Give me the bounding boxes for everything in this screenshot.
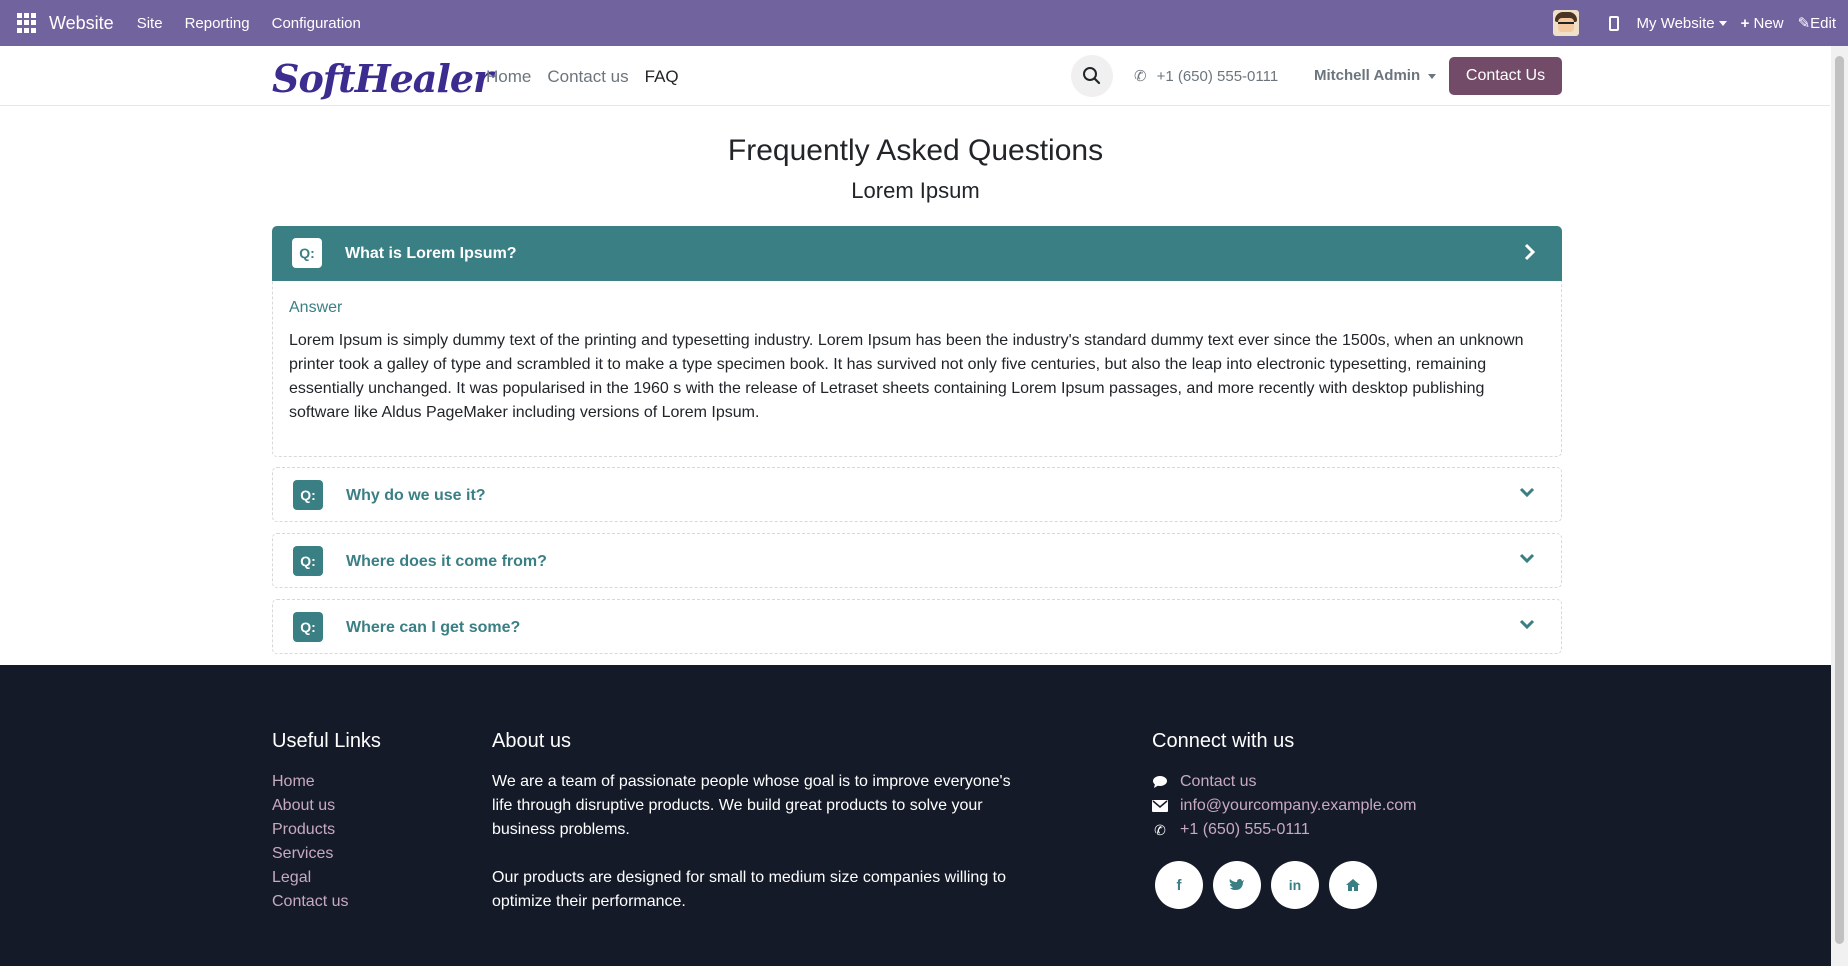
envelope-icon [1152, 800, 1168, 812]
faq-item[interactable]: Q: Why do we use it? [272, 467, 1562, 522]
footer-about-title: About us [492, 730, 571, 752]
page-subtitle: Lorem Ipsum [851, 178, 980, 203]
website-selector-label: My Website [1636, 14, 1715, 32]
logo[interactable]: SoftHealer [272, 56, 493, 101]
contact-us-button[interactable]: Contact Us [1449, 57, 1562, 95]
phone-number: +1 (650) 555-0111 [1156, 68, 1279, 85]
social-links: f in [1155, 861, 1387, 909]
website-selector[interactable]: My Website [1637, 15, 1727, 32]
faq-item-open: Q: What is Lorem Ipsum? Answer Lorem Ips… [272, 226, 1562, 457]
answer-label: Answer [289, 299, 343, 316]
footer-link-services[interactable]: Services [272, 842, 348, 866]
footer-link-legal[interactable]: Legal [272, 866, 348, 890]
faq-item[interactable]: Q: Where does it come from? [272, 533, 1562, 588]
admin-menu: Site Reporting Configuration [126, 15, 372, 32]
answer-text: Lorem Ipsum is simply dummy text of the … [289, 332, 1524, 421]
chevron-down-icon [1519, 487, 1535, 498]
menu-item-configuration[interactable]: Configuration [261, 15, 372, 32]
footer: Useful Links Home About us Products Serv… [0, 665, 1831, 966]
footer-connect-title: Connect with us [1152, 730, 1295, 752]
chevron-down-icon [1519, 619, 1535, 630]
phone-icon: ✆ [1134, 68, 1147, 85]
connect-phone-row[interactable]: ✆ +1 (650) 555-0111 [1152, 818, 1417, 842]
facebook-icon[interactable]: f [1155, 861, 1203, 909]
q-badge: Q: [293, 546, 323, 576]
site-navbar: SoftHealer Home Contact us FAQ ✆ +1 (650)… [0, 46, 1830, 106]
chevron-down-icon [1718, 21, 1727, 27]
faq-question: Where can I get some? [346, 619, 521, 636]
edit-label: Edit [1810, 15, 1836, 32]
q-badge: Q: [292, 238, 322, 268]
footer-useful-links-title: Useful Links [272, 730, 381, 752]
footer-about: We are a team of passionate people whose… [492, 770, 1022, 914]
faq-question-header[interactable]: Q: What is Lorem Ipsum? [272, 226, 1562, 281]
scrollbar-thumb[interactable] [1835, 56, 1844, 944]
search-icon [1083, 67, 1101, 85]
admin-right-tools: My Website + New ✎Edit [1539, 10, 1848, 36]
footer-link-products[interactable]: Products [272, 818, 348, 842]
connect-contact-row[interactable]: Contact us [1152, 770, 1417, 794]
user-name: Mitchell Admin [1314, 67, 1421, 84]
footer-link-home[interactable]: Home [272, 770, 348, 794]
comment-icon [1152, 775, 1168, 789]
admin-top-bar: Website Site Reporting Configuration My … [0, 0, 1848, 46]
nav-contact-us[interactable]: Contact us [547, 67, 628, 87]
phone-link[interactable]: ✆ +1 (650) 555-0111 [1134, 67, 1278, 85]
faq-question: Where does it come from? [346, 553, 547, 570]
faq-question: What is Lorem Ipsum? [345, 245, 517, 262]
app-name[interactable]: Website [49, 13, 114, 34]
nav-faq[interactable]: FAQ [645, 67, 679, 87]
nav-home[interactable]: Home [486, 67, 531, 87]
new-button[interactable]: + New [1741, 15, 1784, 32]
menu-item-site[interactable]: Site [126, 15, 174, 32]
q-badge: Q: [293, 612, 323, 642]
menu-item-reporting[interactable]: Reporting [174, 15, 261, 32]
faq-question: Why do we use it? [346, 487, 486, 504]
chevron-down-icon [1519, 553, 1535, 564]
user-menu[interactable]: Mitchell Admin [1314, 67, 1437, 84]
plus-icon: + [1740, 14, 1750, 32]
q-badge: Q: [293, 480, 323, 510]
faq-item[interactable]: Q: Where can I get some? [272, 599, 1562, 654]
chevron-down-icon [1428, 73, 1437, 79]
search-button[interactable] [1071, 55, 1113, 97]
connect-contact-link[interactable]: Contact us [1180, 770, 1256, 794]
footer-about-text: Our products are designed for small to m… [492, 869, 1007, 910]
footer-connect: Contact us info@yourcompany.example.com … [1152, 770, 1417, 842]
avatar[interactable] [1552, 10, 1579, 36]
phone-icon: ✆ [1154, 822, 1166, 838]
pencil-icon: ✎ [1797, 15, 1811, 32]
main-nav: Home Contact us FAQ [486, 67, 695, 87]
page-title: Frequently Asked Questions [727, 134, 1104, 167]
scrollbar[interactable] [1831, 46, 1848, 966]
connect-phone-link[interactable]: +1 (650) 555-0111 [1180, 818, 1310, 842]
footer-useful-links: Home About us Products Services Legal Co… [272, 770, 348, 914]
twitter-icon[interactable] [1213, 861, 1261, 909]
footer-link-contact-us[interactable]: Contact us [272, 890, 348, 914]
chevron-right-icon [1524, 243, 1536, 261]
edit-button[interactable]: ✎Edit [1798, 14, 1836, 32]
footer-link-about-us[interactable]: About us [272, 794, 348, 818]
mobile-preview-icon[interactable] [1608, 15, 1619, 31]
new-label: New [1753, 14, 1784, 32]
footer-about-text: We are a team of passionate people whose… [492, 773, 1011, 838]
apps-grid-icon[interactable] [17, 13, 37, 33]
connect-email-link[interactable]: info@yourcompany.example.com [1180, 794, 1417, 818]
connect-email-row[interactable]: info@yourcompany.example.com [1152, 794, 1417, 818]
linkedin-icon[interactable]: in [1271, 861, 1319, 909]
home-icon[interactable] [1329, 861, 1377, 909]
